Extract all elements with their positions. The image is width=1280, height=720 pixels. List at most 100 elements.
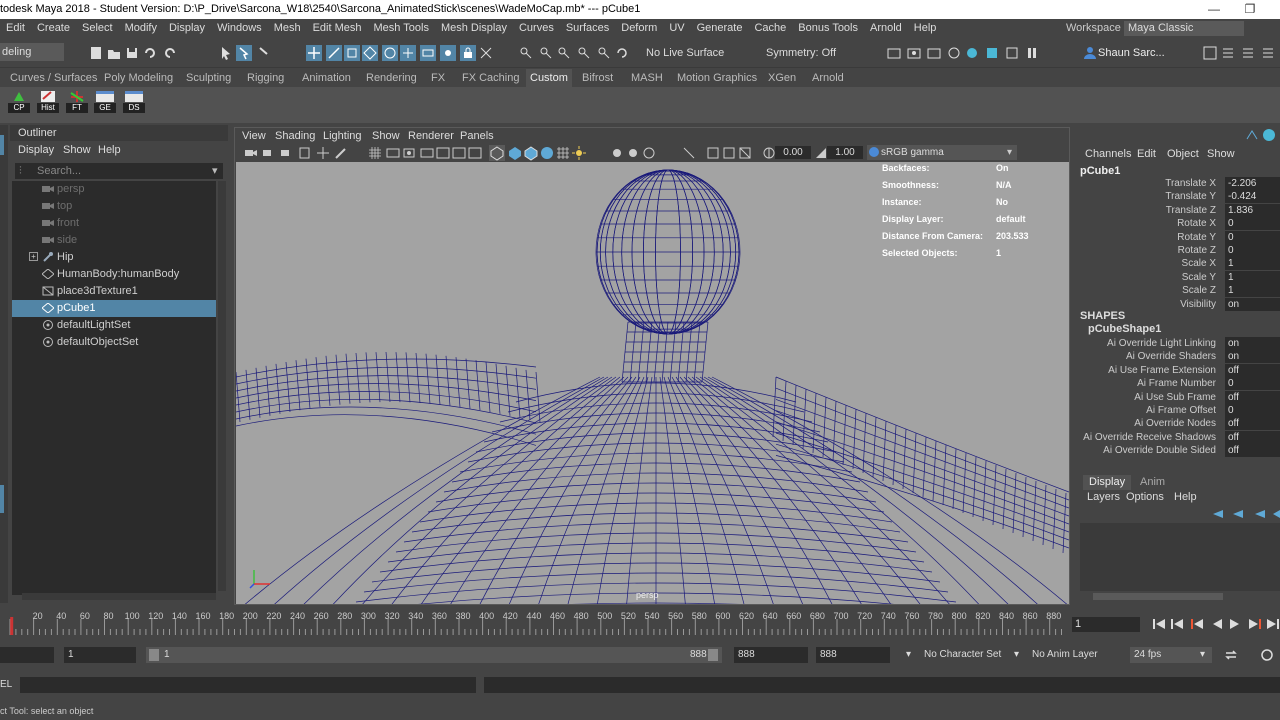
new-layer-icon[interactable]: [1253, 508, 1267, 523]
channel-value[interactable]: 0: [1225, 230, 1280, 244]
shelf-button-ft[interactable]: FT: [66, 89, 88, 113]
menu-deform[interactable]: Deform: [615, 19, 663, 38]
arnold-view-icon[interactable]: [984, 45, 1000, 61]
range-bar[interactable]: 1 888: [146, 647, 722, 663]
undo-icon[interactable]: [142, 45, 158, 61]
channel-row[interactable]: Rotate X 0: [1077, 217, 1280, 231]
tool-box-indicator[interactable]: [0, 135, 4, 155]
shelf-tab-animation[interactable]: Animation: [302, 69, 351, 87]
shape-channel-row[interactable]: Ai Use Frame Extension off: [1077, 363, 1280, 377]
paint-select-icon[interactable]: [256, 45, 272, 61]
channel-value[interactable]: 1.836: [1225, 203, 1280, 217]
gamma-field[interactable]: 1.00: [827, 146, 863, 159]
menu-help[interactable]: Help: [908, 19, 943, 38]
menu-arnold[interactable]: Arnold: [864, 19, 908, 38]
channel-row[interactable]: Scale X 1: [1077, 257, 1280, 271]
render-view-icon[interactable]: [886, 45, 902, 61]
layer-tab-display[interactable]: Display: [1083, 475, 1132, 490]
channel-row[interactable]: Rotate Y 0: [1077, 230, 1280, 244]
arnold-ipr-icon[interactable]: [1004, 45, 1020, 61]
menu-create[interactable]: Create: [31, 19, 76, 38]
playback-start-field[interactable]: [0, 647, 54, 663]
lights-icon[interactable]: [555, 145, 571, 161]
outliner-item-humanbody[interactable]: HumanBody:humanBody: [12, 266, 216, 283]
channel-value[interactable]: 0: [1225, 217, 1280, 231]
menu-mesh-tools[interactable]: Mesh Tools: [368, 19, 435, 38]
channel-value[interactable]: off: [1225, 444, 1280, 458]
menu-mesh-display[interactable]: Mesh Display: [435, 19, 513, 38]
viewport-menu-view[interactable]: View: [242, 129, 266, 143]
shelf-tab-sculpting[interactable]: Sculpting: [186, 69, 231, 87]
channel-box-toggle-icon[interactable]: [1245, 129, 1259, 144]
camera-select-icon[interactable]: [243, 145, 259, 161]
isolate-select-icon[interactable]: [681, 145, 697, 161]
render-current-icon[interactable]: [538, 45, 554, 61]
layer-scroll-icon[interactable]: [1271, 508, 1280, 523]
grease-pencil-icon[interactable]: [333, 145, 349, 161]
step-back-icon[interactable]: [1170, 617, 1184, 634]
new-layer-selected-icon[interactable]: [1231, 508, 1245, 523]
textured-icon[interactable]: [539, 145, 555, 161]
ipr-icon[interactable]: [926, 45, 942, 61]
shelf-button-hist[interactable]: Hist: [37, 89, 59, 113]
channel-row[interactable]: Translate Y -0.424: [1077, 190, 1280, 204]
outliner-menu-display[interactable]: Display: [18, 143, 54, 157]
menu-mesh[interactable]: Mesh: [268, 19, 307, 38]
redo-icon[interactable]: [162, 45, 178, 61]
attribute-toggle-icon[interactable]: [1262, 128, 1276, 145]
channel-box-menu-show[interactable]: Show: [1207, 147, 1235, 161]
shelf-button-ge[interactable]: GE: [94, 89, 116, 113]
channel-value[interactable]: -0.424: [1225, 190, 1280, 204]
bookmark-icon[interactable]: [279, 145, 295, 161]
xray-components-icon[interactable]: [737, 145, 753, 161]
menu-windows[interactable]: Windows: [211, 19, 268, 38]
viewport-menu-lighting[interactable]: Lighting: [323, 129, 362, 143]
anti-aliasing-icon[interactable]: [641, 145, 657, 161]
shelf-tab-xgen[interactable]: XGen: [768, 69, 796, 87]
motion-blur-icon[interactable]: [625, 145, 641, 161]
xray-icon[interactable]: [705, 145, 721, 161]
character-set-select[interactable]: No Character Set: [924, 647, 1001, 663]
viewport-canvas[interactable]: Backfaces: On Smoothness: N/A Instance: …: [236, 162, 1069, 604]
channel-value[interactable]: on: [1225, 337, 1280, 350]
arnold-render-icon[interactable]: [964, 45, 980, 61]
shelf-tab-rigging[interactable]: Rigging: [247, 69, 284, 87]
shelf-button-ds[interactable]: DS: [123, 89, 145, 113]
live-surface-label[interactable]: No Live Surface: [646, 45, 724, 61]
construction-history-icon[interactable]: [518, 45, 534, 61]
layer-tab-anim[interactable]: Anim: [1140, 475, 1165, 490]
select-tool-icon[interactable]: [218, 45, 234, 61]
viewport-menu-renderer[interactable]: Renderer: [408, 129, 454, 143]
shelf-tab-rendering[interactable]: Rendering: [366, 69, 417, 87]
chevron-down-icon[interactable]: ▾: [906, 647, 911, 663]
menu-generate[interactable]: Generate: [691, 19, 749, 38]
resolution-gate-icon[interactable]: [401, 145, 417, 161]
menu-modify[interactable]: Modify: [119, 19, 163, 38]
outliner-search-input[interactable]: ⫶ Search... ▾: [15, 163, 223, 179]
pause-icon[interactable]: [1024, 45, 1040, 61]
channel-value[interactable]: 1: [1225, 284, 1280, 298]
shelf-tab-bifrost[interactable]: Bifrost: [582, 69, 613, 87]
exposure-field[interactable]: 0.00: [775, 146, 811, 159]
go-to-start-icon[interactable]: [1152, 617, 1166, 634]
save-scene-icon[interactable]: [124, 45, 140, 61]
lasso-tool-icon[interactable]: [236, 45, 252, 61]
shelf-tab-curves-surfaces[interactable]: Curves / Surfaces: [10, 69, 97, 87]
render-settings-icon[interactable]: [576, 45, 592, 61]
menu-cache[interactable]: Cache: [748, 19, 792, 38]
new-layer-empty-icon[interactable]: [1211, 508, 1225, 523]
workspace-select[interactable]: Maya Classic: [1124, 21, 1244, 36]
range-end-handle[interactable]: [708, 649, 718, 661]
hypershade-icon[interactable]: [596, 45, 612, 61]
play-forwards-icon[interactable]: [1228, 617, 1242, 634]
channel-value[interactable]: 0: [1225, 244, 1280, 257]
animation-start-field[interactable]: 1: [64, 647, 136, 663]
outliner-item-defaultlightset[interactable]: defaultLightSet: [12, 317, 216, 334]
shelf-tab-mash[interactable]: MASH: [631, 69, 663, 87]
select-component-icon[interactable]: [344, 45, 360, 61]
shelf-button-cp[interactable]: CP: [8, 89, 30, 113]
channel-row[interactable]: Visibility on: [1077, 297, 1280, 311]
render-globals-icon[interactable]: [946, 45, 962, 61]
channel-box-menu-channels[interactable]: Channels: [1085, 147, 1131, 161]
attribute-editor-icon[interactable]: [1220, 45, 1236, 61]
